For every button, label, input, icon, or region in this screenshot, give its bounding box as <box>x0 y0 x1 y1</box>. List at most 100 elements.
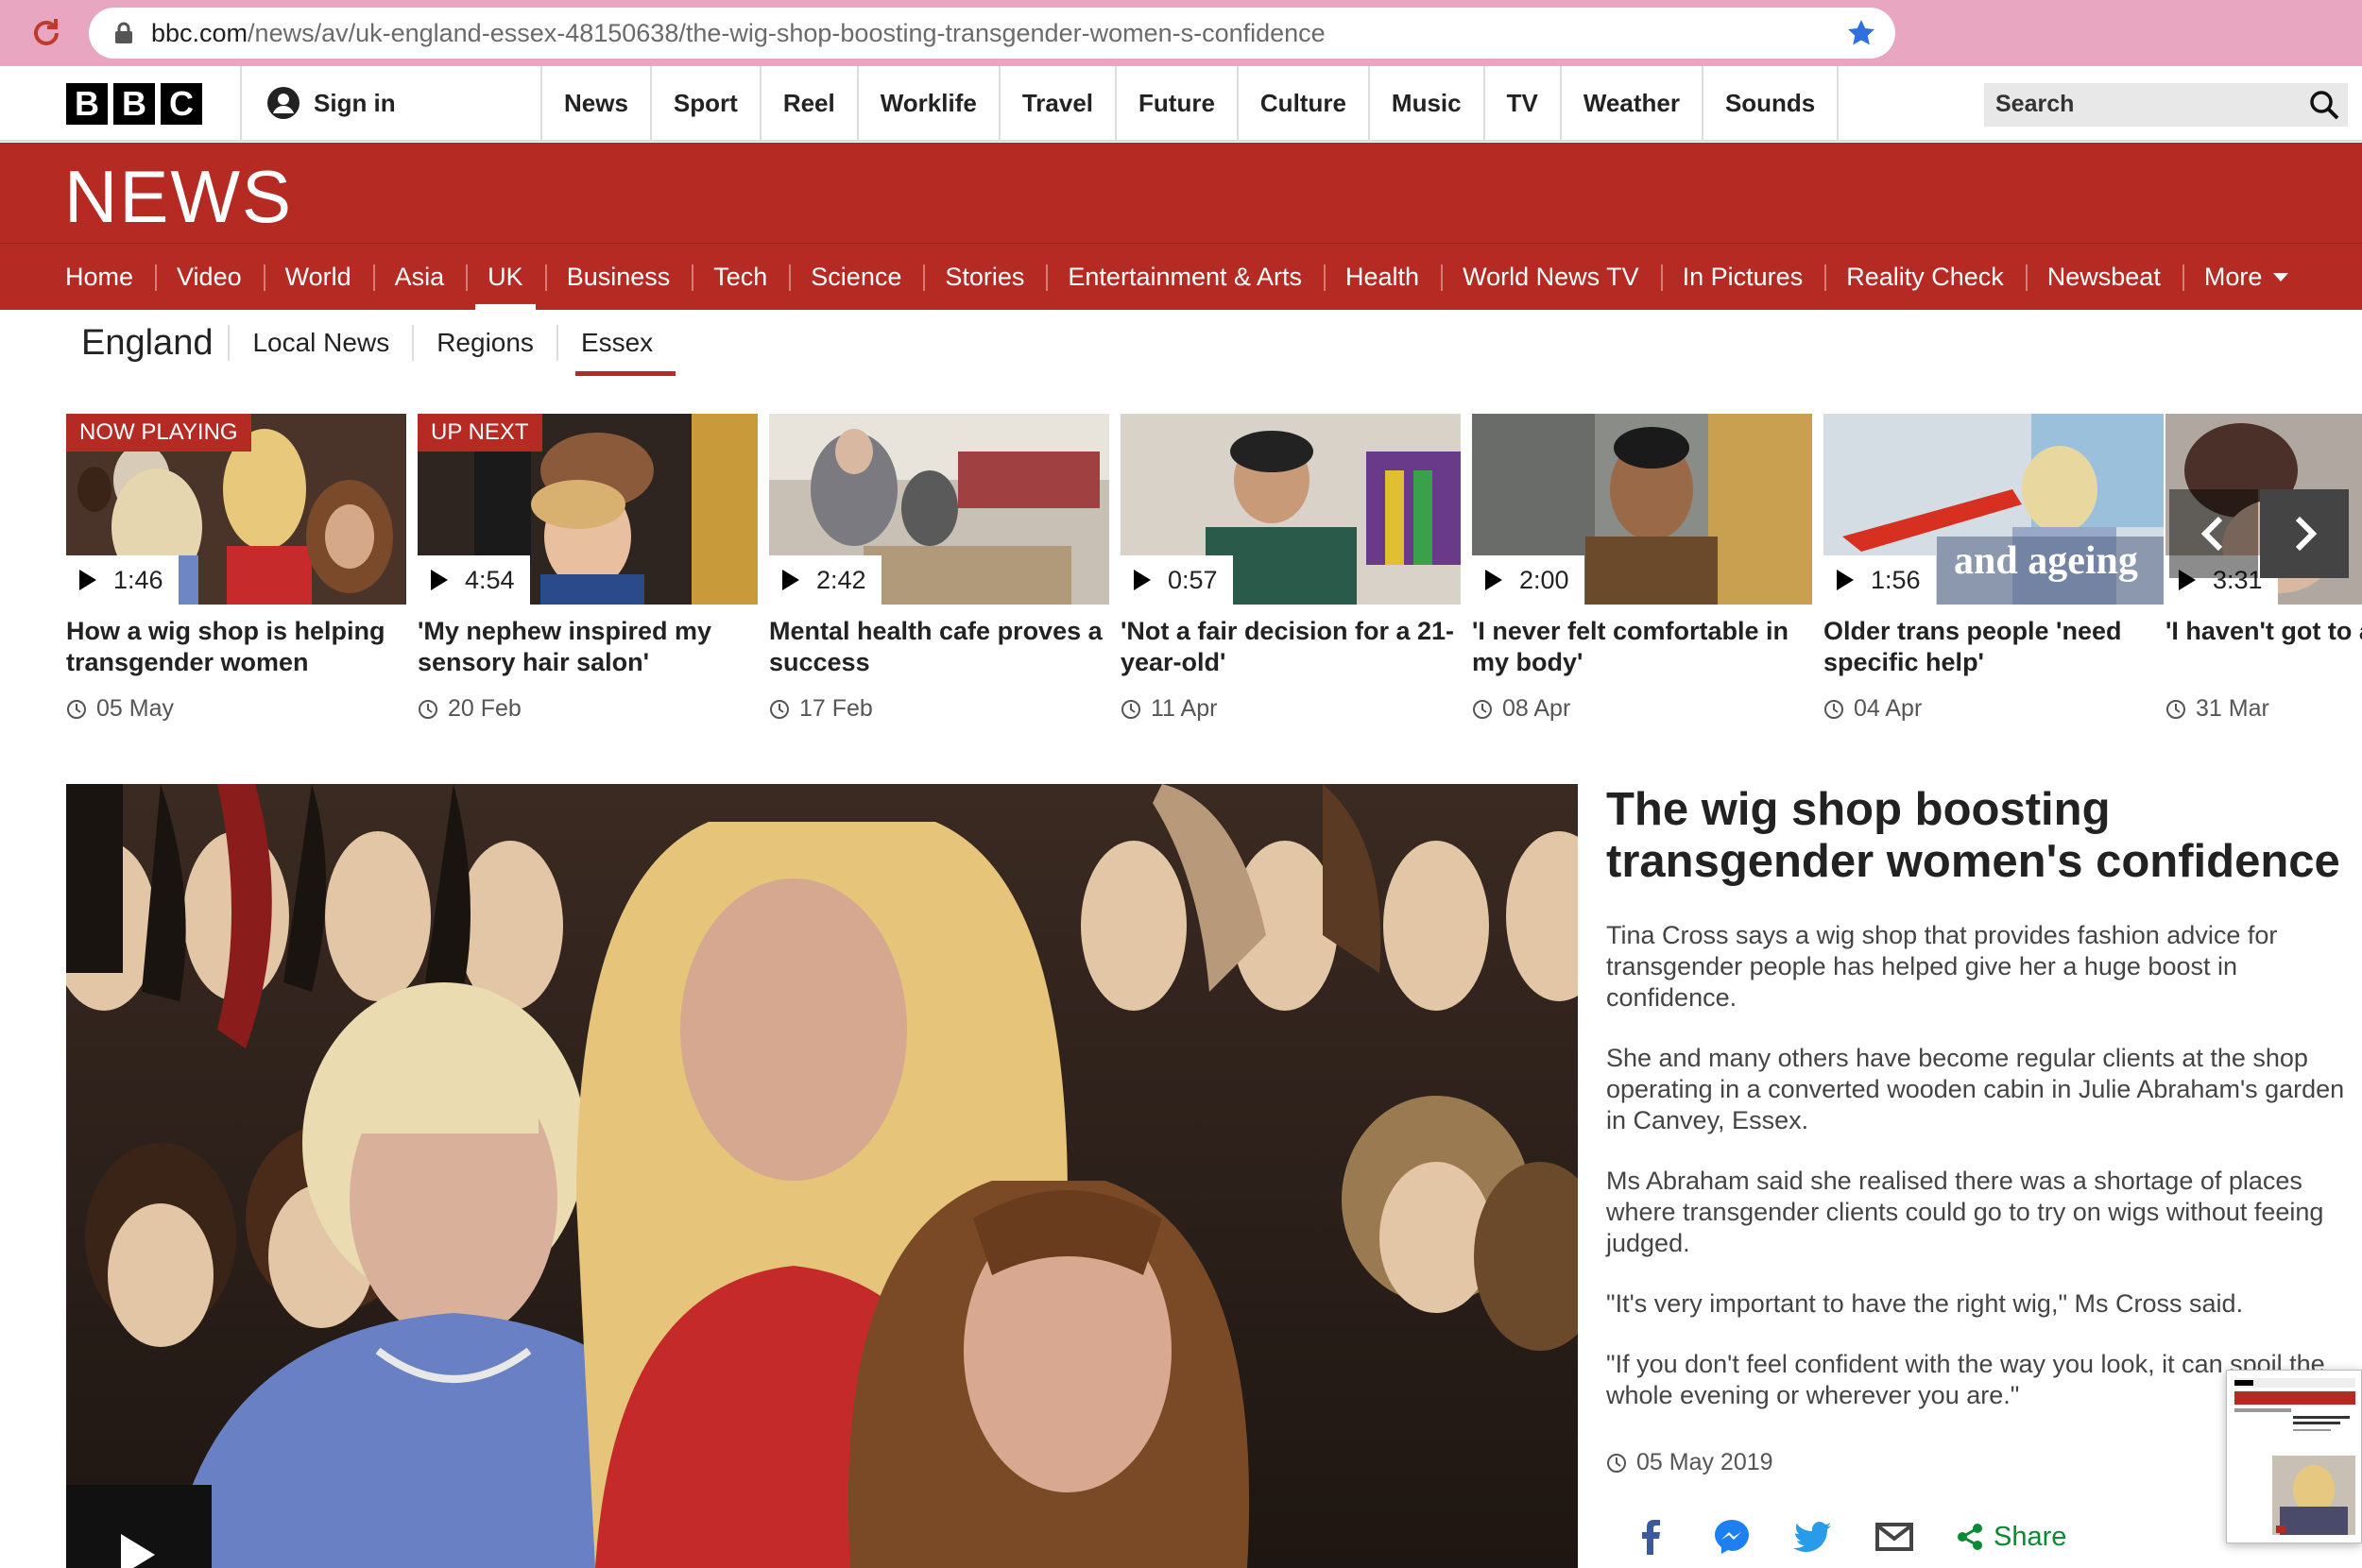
global-nav-culture[interactable]: Culture <box>1239 66 1370 140</box>
date-text: 08 Apr <box>1502 695 1571 722</box>
news-nav-entertainment[interactable]: Entertainment & Arts <box>1046 244 1324 310</box>
clock-icon <box>1121 699 1140 719</box>
carousel-next-button[interactable] <box>2260 489 2349 578</box>
video-date: 11 Apr <box>1121 695 1461 723</box>
video-title[interactable]: 'I haven't got to anyone' <box>2165 616 2362 678</box>
news-nav-world[interactable]: World <box>263 244 373 310</box>
video-thumbnail[interactable]: NOW PLAYING 1:46 <box>66 414 406 605</box>
video-thumbnail[interactable]: 2:42 <box>769 414 1109 605</box>
global-nav-travel[interactable]: Travel <box>1001 66 1118 140</box>
reload-icon[interactable] <box>28 15 64 51</box>
news-nav-tech[interactable]: Tech <box>692 244 789 310</box>
subnav-local-news[interactable]: Local News <box>228 325 412 361</box>
news-nav-stories[interactable]: Stories <box>923 244 1046 310</box>
video-card[interactable]: NOW PLAYING 1:46 How a wig shop is helpi… <box>66 414 406 723</box>
play-icon <box>1134 570 1151 590</box>
global-nav-future[interactable]: Future <box>1117 66 1239 140</box>
play-icon <box>121 1534 155 1568</box>
carousel-prev-button[interactable] <box>2169 489 2258 578</box>
date-text: 05 May <box>96 695 174 722</box>
news-logo[interactable]: NEWS <box>64 154 293 240</box>
article-paragraph: She and many others have become regular … <box>1606 1044 2345 1134</box>
play-icon <box>1485 570 1502 590</box>
play-icon <box>1837 570 1854 590</box>
global-nav-tv[interactable]: TV <box>1485 66 1562 140</box>
news-nav-reality-check[interactable]: Reality Check <box>1824 244 2026 310</box>
search-input[interactable]: Search <box>1984 83 2348 127</box>
video-thumbnail[interactable]: 2:00 <box>1472 414 1812 605</box>
subnav-regions[interactable]: Regions <box>412 325 556 361</box>
section-title[interactable]: England <box>66 323 228 364</box>
global-nav-sounds[interactable]: Sounds <box>1703 66 1840 140</box>
video-thumbnail[interactable]: UP NEXT 4:54 <box>418 414 758 605</box>
video-title[interactable]: 'Not a fair decision for a 21-year-old' <box>1121 616 1461 678</box>
video-thumbnail[interactable]: 0:57 <box>1121 414 1461 605</box>
now-playing-badge: NOW PLAYING <box>66 414 251 452</box>
news-nav: Home Video World Asia UK Business Tech S… <box>0 243 2362 310</box>
video-card[interactable]: 2:42 Mental health cafe proves a success… <box>769 414 1109 723</box>
global-nav-sport[interactable]: Sport <box>652 66 762 140</box>
news-nav-world-news-tv[interactable]: World News TV <box>1441 244 1661 310</box>
clock-icon <box>1473 699 1492 719</box>
chevron-left-icon <box>2200 516 2223 552</box>
video-card[interactable]: and ageing 1:56 Older trans people 'need… <box>1823 414 2164 723</box>
global-nav-news[interactable]: News <box>542 66 652 140</box>
duration-badge: 2:42 <box>769 555 881 605</box>
news-nav-health[interactable]: Health <box>1324 244 1441 310</box>
news-nav-asia[interactable]: Asia <box>372 244 467 310</box>
lock-icon <box>115 22 132 43</box>
facebook-icon[interactable] <box>1631 1517 1670 1557</box>
news-banner: NEWS <box>0 143 2362 243</box>
duration-text: 2:42 <box>816 565 866 594</box>
video-carousel: NOW PLAYING 1:46 How a wig shop is helpi… <box>66 414 2362 735</box>
news-nav-newsbeat[interactable]: Newsbeat <box>2025 244 2182 310</box>
clock-icon <box>67 699 86 719</box>
video-thumbnail[interactable]: and ageing 1:56 <box>1823 414 2164 605</box>
subnav-essex[interactable]: Essex <box>556 325 676 376</box>
news-nav-uk[interactable]: UK <box>466 244 545 310</box>
date-text: 20 Feb <box>448 695 522 722</box>
news-nav-business[interactable]: Business <box>544 244 693 310</box>
video-title[interactable]: How a wig shop is helping transgender wo… <box>66 616 406 678</box>
user-icon <box>267 87 300 119</box>
clock-icon <box>770 699 789 719</box>
news-nav-more[interactable]: More <box>2182 244 2311 310</box>
messenger-icon[interactable] <box>1712 1517 1752 1557</box>
main-video-player[interactable] <box>66 784 1578 1568</box>
news-nav-science[interactable]: Science <box>789 244 923 310</box>
video-frame-image <box>66 784 1578 1568</box>
twitter-icon[interactable] <box>1793 1517 1833 1557</box>
news-nav-home[interactable]: Home <box>43 244 155 310</box>
clock-icon <box>419 699 437 719</box>
video-date: 04 Apr <box>1823 695 2164 723</box>
sign-in-link[interactable]: Sign in <box>240 66 542 140</box>
video-title[interactable]: 'I never felt comfortable in my body' <box>1472 616 1812 678</box>
video-card[interactable]: 2:00 'I never felt comfortable in my bod… <box>1472 414 1812 723</box>
sign-in-label: Sign in <box>314 88 396 117</box>
article-headline: The wig shop boosting transgender women'… <box>1606 784 2340 887</box>
email-icon[interactable] <box>1874 1517 1914 1557</box>
video-card[interactable]: UP NEXT 4:54 'My nephew inspired my sens… <box>418 414 758 723</box>
search-placeholder: Search <box>1995 91 2075 117</box>
video-title[interactable]: Older trans people 'need specific help' <box>1823 616 2164 678</box>
video-title[interactable]: 'My nephew inspired my sensory hair salo… <box>418 616 758 678</box>
global-nav-worklife[interactable]: Worklife <box>859 66 1001 140</box>
global-nav-reel[interactable]: Reel <box>762 66 859 140</box>
bbc-logo[interactable]: B B C <box>66 83 202 125</box>
search-icon[interactable] <box>2308 89 2340 121</box>
bookmark-star-icon[interactable] <box>1846 18 1876 48</box>
news-nav-in-pictures[interactable]: In Pictures <box>1660 244 1825 310</box>
address-bar[interactable]: bbc.com/news/av/uk-england-essex-4815063… <box>89 8 1895 59</box>
video-title[interactable]: Mental health cafe proves a success <box>769 616 1109 678</box>
video-date: 20 Feb <box>418 695 758 723</box>
global-nav-weather[interactable]: Weather <box>1562 66 1703 140</box>
duration-text: 1:46 <box>113 565 163 594</box>
news-nav-video[interactable]: Video <box>155 244 264 310</box>
sub-nav: England Local News Regions Essex <box>66 310 676 376</box>
global-nav-music[interactable]: Music <box>1370 66 1485 140</box>
video-card[interactable]: 0:57 'Not a fair decision for a 21-year-… <box>1121 414 1461 723</box>
screenshot-preview-thumbnail[interactable] <box>2226 1370 2362 1543</box>
play-button[interactable] <box>66 1485 212 1568</box>
share-button[interactable]: Share <box>1956 1522 2066 1553</box>
global-nav: News Sport Reel Worklife Travel Future C… <box>540 66 1840 140</box>
